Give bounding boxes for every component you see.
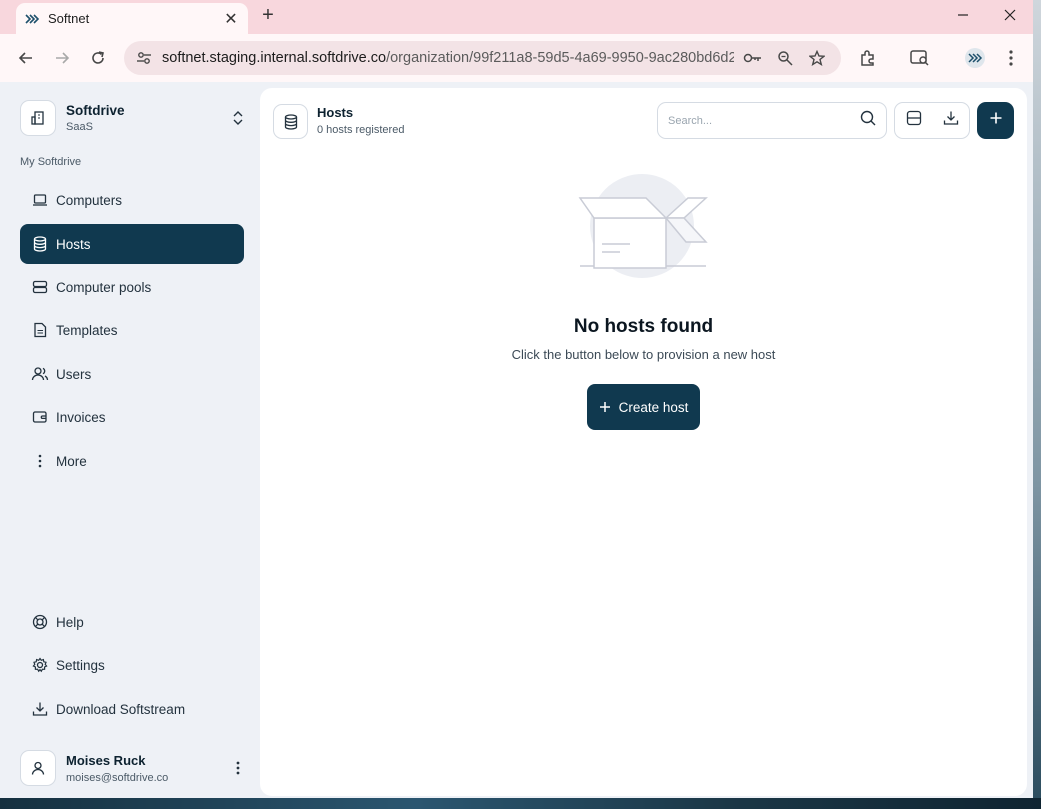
org-switcher[interactable]: Softdrive SaaS [20, 96, 252, 140]
download-icon [31, 700, 49, 718]
search-box[interactable] [657, 102, 887, 139]
add-host-button[interactable] [977, 102, 1014, 139]
lifebuoy-icon [31, 613, 49, 631]
sidebar-item-computer-pools[interactable]: Computer pools [20, 267, 244, 307]
tab-strip: Softnet ✕ + [0, 0, 1033, 34]
sidebar-item-label: Hosts [56, 236, 91, 252]
toolbar-button-group [894, 102, 970, 139]
create-host-button[interactable]: Create host [587, 384, 700, 430]
password-key-icon[interactable] [743, 48, 763, 68]
sidebar-item-label: Download Softstream [56, 701, 186, 717]
url-host: softnet.staging.internal.softdrive.co [162, 50, 387, 66]
sidebar-item-users[interactable]: Users [20, 354, 244, 394]
sidebar-item-label: Users [56, 366, 92, 382]
hosts-database-icon [273, 104, 308, 139]
laptop-icon [31, 191, 49, 209]
org-plan: SaaS [66, 121, 93, 133]
plus-icon [989, 111, 1003, 130]
user-profile[interactable]: Moises Ruck moises@softdrive.co [20, 748, 252, 788]
url-text[interactable]: softnet.staging.internal.softdrive.co/or… [162, 50, 734, 66]
sidebar-item-label: Computer pools [56, 279, 152, 295]
extensions-puzzle-icon[interactable] [854, 44, 882, 72]
softdrive-logo-icon [24, 11, 40, 27]
sidebar: Softdrive SaaS My Softdrive Computers Ho… [0, 82, 260, 798]
user-name: Moises Ruck [66, 752, 146, 768]
server-icon [31, 278, 49, 296]
org-name: Softdrive [66, 103, 125, 118]
chevron-up-down-icon [230, 111, 246, 125]
users-icon [31, 365, 49, 383]
back-button[interactable] [12, 44, 40, 72]
close-tab-icon[interactable]: ✕ [222, 10, 240, 28]
bookmark-star-icon[interactable] [807, 48, 827, 68]
page-subtitle: 0 hosts registered [317, 124, 405, 136]
sidebar-item-label: Computers [56, 192, 123, 208]
document-icon [31, 321, 49, 339]
more-vertical-icon [31, 452, 49, 470]
url-path: /organization/99f211a8-59d5-4a69-9950-9a… [386, 50, 734, 66]
sidebar-item-label: Help [56, 614, 84, 630]
export-button[interactable] [932, 103, 969, 138]
profile-softdrive-icon[interactable] [961, 44, 989, 72]
download-icon [943, 110, 959, 131]
desktop-edge [1033, 0, 1041, 809]
sidebar-item-download-softstream[interactable]: Download Softstream [20, 689, 244, 729]
sidebar-item-invoices[interactable]: Invoices [20, 397, 244, 437]
section-label: My Softdrive [20, 156, 82, 168]
sidebar-item-settings[interactable]: Settings [20, 645, 244, 685]
site-settings-icon[interactable] [134, 48, 154, 68]
page-title: Hosts [317, 105, 354, 120]
user-menu-icon[interactable] [230, 761, 246, 775]
forward-button[interactable] [48, 44, 76, 72]
reload-button[interactable] [84, 44, 112, 72]
close-window-button[interactable] [987, 0, 1033, 30]
create-host-label: Create host [618, 399, 689, 415]
layout-rows-icon [906, 110, 922, 131]
sidebar-item-help[interactable]: Help [20, 602, 244, 642]
sidebar-item-more[interactable]: More [20, 441, 244, 481]
search-input[interactable] [668, 114, 860, 127]
building-icon [20, 100, 56, 136]
user-avatar-icon [20, 750, 56, 786]
empty-state-title: No hosts found [573, 316, 714, 337]
tab-title: Softnet [48, 11, 90, 26]
empty-box-illustration [576, 172, 710, 284]
gear-icon [31, 656, 49, 674]
app-container: Softdrive SaaS My Softdrive Computers Ho… [0, 82, 1033, 798]
search-icon[interactable] [860, 110, 876, 131]
sidebar-item-label: Templates [56, 322, 118, 338]
browser-tab[interactable]: Softnet ✕ [16, 3, 248, 34]
wallet-icon [31, 408, 49, 426]
tab-search-icon[interactable] [906, 44, 934, 72]
zoom-icon[interactable] [775, 48, 795, 68]
sidebar-item-computers[interactable]: Computers [20, 180, 244, 220]
browser-window: Softnet ✕ + softnet.staging.internal.sof… [0, 0, 1033, 798]
user-email: moises@softdrive.co [66, 771, 169, 784]
database-icon [31, 235, 49, 253]
browser-menu-icon[interactable] [997, 44, 1025, 72]
sidebar-item-label: Invoices [56, 409, 106, 425]
maximize-icon[interactable] [941, 0, 987, 30]
address-bar[interactable]: softnet.staging.internal.softdrive.co/or… [124, 41, 841, 75]
desktop-taskbar-edge [0, 798, 1041, 809]
plus-icon [599, 401, 611, 413]
sidebar-item-hosts[interactable]: Hosts [20, 224, 244, 264]
sidebar-item-label: More [56, 453, 87, 469]
empty-state-subtitle: Click the button below to provision a ne… [511, 347, 776, 362]
sidebar-item-templates[interactable]: Templates [20, 310, 244, 350]
main-panel: Hosts 0 hosts registered Search... No ho… [260, 88, 1027, 796]
view-toggle-button[interactable] [895, 103, 932, 138]
new-tab-button[interactable]: + [258, 5, 278, 25]
sidebar-item-label: Settings [56, 657, 105, 673]
browser-toolbar: softnet.staging.internal.softdrive.co/or… [0, 34, 1033, 82]
